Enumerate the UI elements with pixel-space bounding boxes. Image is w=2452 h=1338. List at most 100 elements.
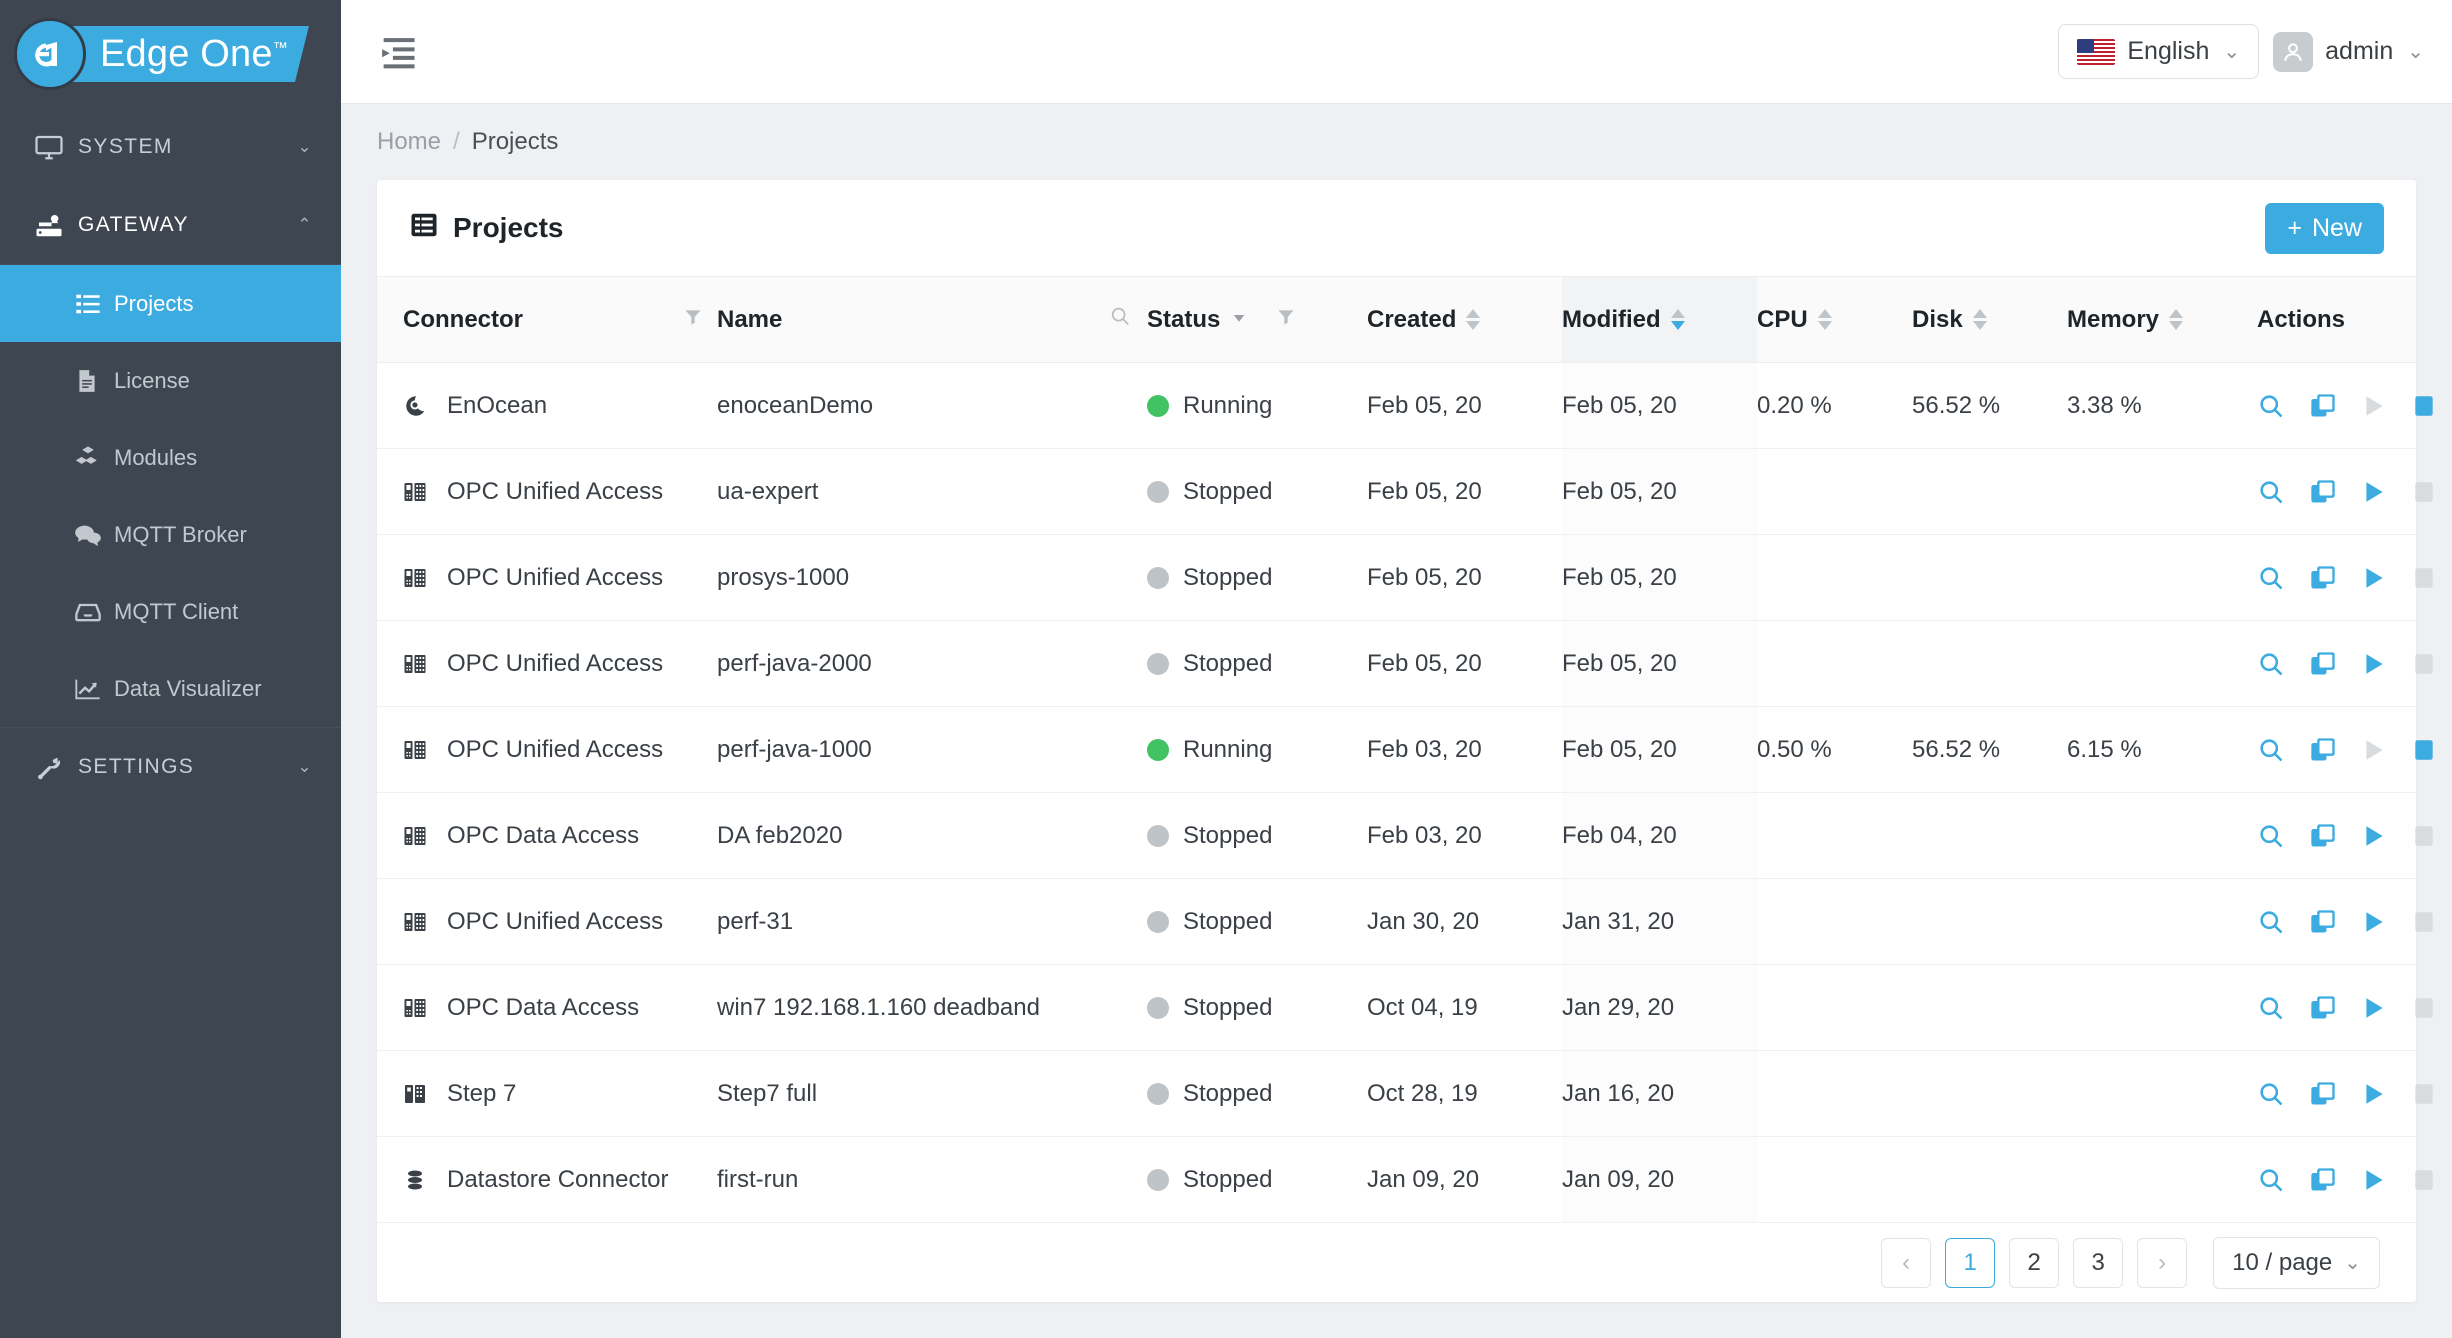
stop-action xyxy=(2411,995,2437,1021)
table-row[interactable]: OPC Data Access win7 192.168.1.160 deadba… xyxy=(377,964,2433,1051)
column-header-name[interactable]: Name xyxy=(717,276,1147,363)
sidebar-item-modules[interactable]: Modules xyxy=(0,419,341,496)
user-menu[interactable]: admin ⌄ xyxy=(2273,31,2424,72)
sidebar-group-system[interactable]: SYSTEM ⌄ xyxy=(0,108,341,186)
user-name: admin xyxy=(2325,37,2394,65)
pagination-page-3[interactable]: 3 xyxy=(2073,1237,2124,1288)
connector-name: OPC Data Access xyxy=(447,993,640,1021)
cell-memory: 3.38 % xyxy=(2067,362,2257,449)
table-row[interactable]: EnOcean enoceanDemo Running Feb 05, 20 Feb 0… xyxy=(377,362,2433,449)
copy-action[interactable] xyxy=(2309,478,2337,506)
project-name: DA feb2020 xyxy=(717,821,843,849)
copy-action[interactable] xyxy=(2309,392,2337,420)
filter-icon[interactable] xyxy=(683,306,703,334)
sidebar-item-mqtt-broker[interactable]: MQTT Broker xyxy=(0,496,341,573)
table-row[interactable]: OPC Unified Access perf-java-1000 Running F… xyxy=(377,706,2433,793)
copy-action[interactable] xyxy=(2309,564,2337,592)
logo-mark-icon xyxy=(14,18,86,90)
start-action[interactable] xyxy=(2361,823,2387,849)
sort-icon[interactable] xyxy=(1466,309,1481,330)
start-action[interactable] xyxy=(2361,479,2387,505)
view-action[interactable] xyxy=(2257,994,2285,1022)
cell-created: Feb 05, 20 xyxy=(1367,620,1562,707)
pagination-prev[interactable]: ‹ xyxy=(1881,1237,1932,1288)
table-row[interactable]: OPC Unified Access perf-31 Stopped Jan 30, … xyxy=(377,878,2433,965)
filter-icon[interactable] xyxy=(1276,306,1296,334)
status-indicator-icon xyxy=(1147,652,1169,675)
connector-name: EnOcean xyxy=(447,391,548,419)
copy-action[interactable] xyxy=(2309,908,2337,936)
table-row[interactable]: OPC Unified Access prosys-1000 Stopped Feb … xyxy=(377,534,2433,621)
copy-action[interactable] xyxy=(2309,994,2337,1022)
search-icon[interactable] xyxy=(1109,305,1131,334)
start-action[interactable] xyxy=(2361,1167,2387,1193)
boxes-icon xyxy=(74,444,114,472)
sidebar-item-projects[interactable]: Projects xyxy=(0,265,341,342)
view-action[interactable] xyxy=(2257,1080,2285,1108)
brand-logo[interactable]: Edge One™ xyxy=(0,0,341,108)
project-name: perf-java-1000 xyxy=(717,735,872,763)
view-action[interactable] xyxy=(2257,736,2285,764)
sidebar-group-settings[interactable]: SETTINGS ⌄ xyxy=(0,728,341,806)
start-action[interactable] xyxy=(2361,1081,2387,1107)
column-header-memory[interactable]: Memory xyxy=(2067,276,2257,363)
sidebar-item-mqtt-client[interactable]: MQTT Client xyxy=(0,573,341,650)
start-action[interactable] xyxy=(2361,651,2387,677)
sort-icon[interactable] xyxy=(2169,309,2184,330)
start-action[interactable] xyxy=(2361,909,2387,935)
view-action[interactable] xyxy=(2257,1166,2285,1194)
sidebar-item-data-visualizer[interactable]: Data Visualizer xyxy=(0,650,341,727)
copy-action[interactable] xyxy=(2309,1080,2337,1108)
stop-action[interactable] xyxy=(2411,737,2437,763)
table-row[interactable]: Step 7 Step7 full Stopped Oct 28, 19 Jan 16,… xyxy=(377,1050,2433,1137)
start-action[interactable] xyxy=(2361,565,2387,591)
view-action[interactable] xyxy=(2257,478,2285,506)
breadcrumb-home[interactable]: Home xyxy=(377,128,441,156)
table-row[interactable]: OPC Unified Access ua-expert Stopped Feb 05… xyxy=(377,448,2433,535)
cell-cpu xyxy=(1757,1050,1912,1137)
start-action[interactable] xyxy=(2361,995,2387,1021)
project-name: first-run xyxy=(717,1165,799,1193)
opc-icon xyxy=(403,480,433,504)
copy-action[interactable] xyxy=(2309,650,2337,678)
chevron-down-icon[interactable] xyxy=(1230,306,1248,334)
menu-indent-icon[interactable] xyxy=(371,29,421,75)
cell-status: Stopped xyxy=(1147,1136,1367,1223)
view-action[interactable] xyxy=(2257,564,2285,592)
sort-icon-active[interactable] xyxy=(1670,309,1685,330)
projects-card: Projects + New Connector Name Status Cre… xyxy=(377,180,2433,1302)
page-title: Projects xyxy=(409,210,564,247)
table-row[interactable]: OPC Data Access DA feb2020 Stopped Feb 03, … xyxy=(377,792,2433,879)
cell-disk xyxy=(1912,1050,2067,1137)
sidebar-group-gateway[interactable]: GATEWAY ⌃ xyxy=(0,186,341,264)
sidebar-item-license[interactable]: License xyxy=(0,342,341,419)
pagination-page-1[interactable]: 1 xyxy=(1945,1237,1996,1288)
column-header-disk[interactable]: Disk xyxy=(1912,276,2067,363)
sort-icon[interactable] xyxy=(1972,309,1987,330)
view-action[interactable] xyxy=(2257,650,2285,678)
copy-action[interactable] xyxy=(2309,736,2337,764)
column-header-status[interactable]: Status xyxy=(1147,276,1367,363)
column-header-created[interactable]: Created xyxy=(1367,276,1562,363)
view-action[interactable] xyxy=(2257,822,2285,850)
table-row[interactable]: Datastore Connector first-run Stopped Jan 0… xyxy=(377,1136,2433,1223)
column-header-cpu[interactable]: CPU xyxy=(1757,276,1912,363)
add-project-button[interactable]: + New xyxy=(2265,202,2384,254)
table-row[interactable]: OPC Unified Access perf-java-2000 Stopped F… xyxy=(377,620,2433,707)
copy-action[interactable] xyxy=(2309,1166,2337,1194)
copy-action[interactable] xyxy=(2309,822,2337,850)
view-action[interactable] xyxy=(2257,908,2285,936)
view-action[interactable] xyxy=(2257,392,2285,420)
column-header-connector[interactable]: Connector xyxy=(377,276,717,363)
cell-memory xyxy=(2067,448,2257,535)
page-size-selector[interactable]: 10 / page ⌄ xyxy=(2213,1236,2380,1289)
cell-status: Stopped xyxy=(1147,964,1367,1051)
stop-action[interactable] xyxy=(2411,393,2437,419)
column-header-modified[interactable]: Modified xyxy=(1562,276,1757,363)
sort-icon[interactable] xyxy=(1817,309,1832,330)
language-selector[interactable]: English ⌄ xyxy=(2058,24,2260,79)
pagination-page-2[interactable]: 2 xyxy=(2009,1237,2060,1288)
start-action xyxy=(2361,737,2387,763)
pagination-next[interactable]: › xyxy=(2137,1237,2188,1288)
cell-disk xyxy=(1912,964,2067,1051)
